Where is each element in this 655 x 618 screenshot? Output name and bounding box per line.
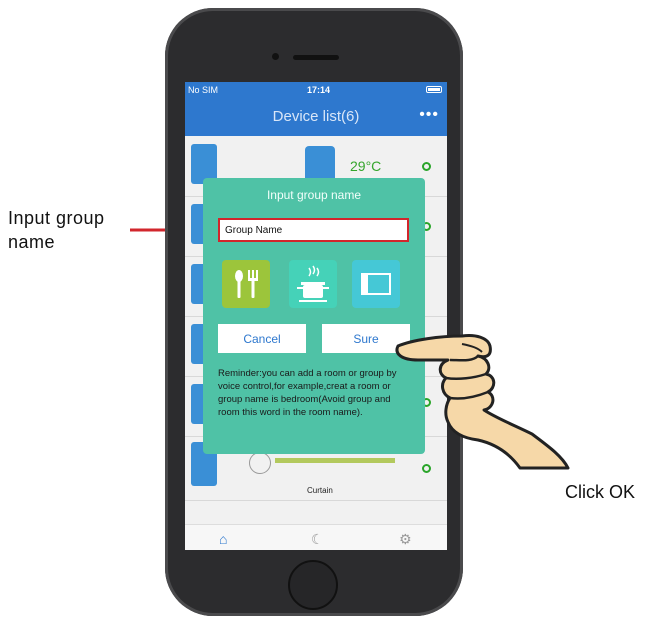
battery-icon xyxy=(426,86,442,93)
carrier-label: No SIM xyxy=(188,85,219,95)
group-name-input[interactable] xyxy=(218,218,409,242)
status-dot-icon xyxy=(422,162,431,171)
page-title: Device list(6) xyxy=(272,108,360,125)
status-time: 17:14 xyxy=(307,85,331,95)
temperature-value: 29°C xyxy=(350,158,382,174)
dining-icon[interactable] xyxy=(222,260,270,308)
fan-icon xyxy=(249,452,271,474)
home-icon[interactable]: ⌂ xyxy=(219,531,227,547)
front-camera-icon xyxy=(272,53,279,60)
dialog-title: Input group name xyxy=(266,188,362,202)
speaker-grille xyxy=(293,55,339,60)
remote-control-icon xyxy=(305,146,335,182)
curtain-label: Curtain xyxy=(307,486,333,495)
pointing-hand-icon xyxy=(395,334,570,470)
status-bar: No SIM 17:14 xyxy=(185,82,447,100)
cancel-button[interactable]: Cancel xyxy=(218,324,306,353)
home-button[interactable] xyxy=(288,560,338,610)
settings-icon[interactable]: ⚙ xyxy=(399,531,412,548)
more-options-button[interactable]: ••• xyxy=(419,106,439,124)
annotation-input-group-name: Input group name xyxy=(8,208,105,252)
scene-icon[interactable]: ☾ xyxy=(311,531,324,548)
kitchen-pot-icon[interactable] xyxy=(289,260,337,308)
door-icon[interactable] xyxy=(352,260,400,308)
nav-bar: Device list(6) ••• xyxy=(185,100,447,136)
curtain-slider[interactable] xyxy=(275,458,395,463)
reminder-text: Reminder:you can add a room or group by … xyxy=(218,368,397,418)
tab-bar: ⌂ ☾ ⚙ xyxy=(185,524,447,550)
annotation-click-ok: Click OK xyxy=(565,482,636,502)
